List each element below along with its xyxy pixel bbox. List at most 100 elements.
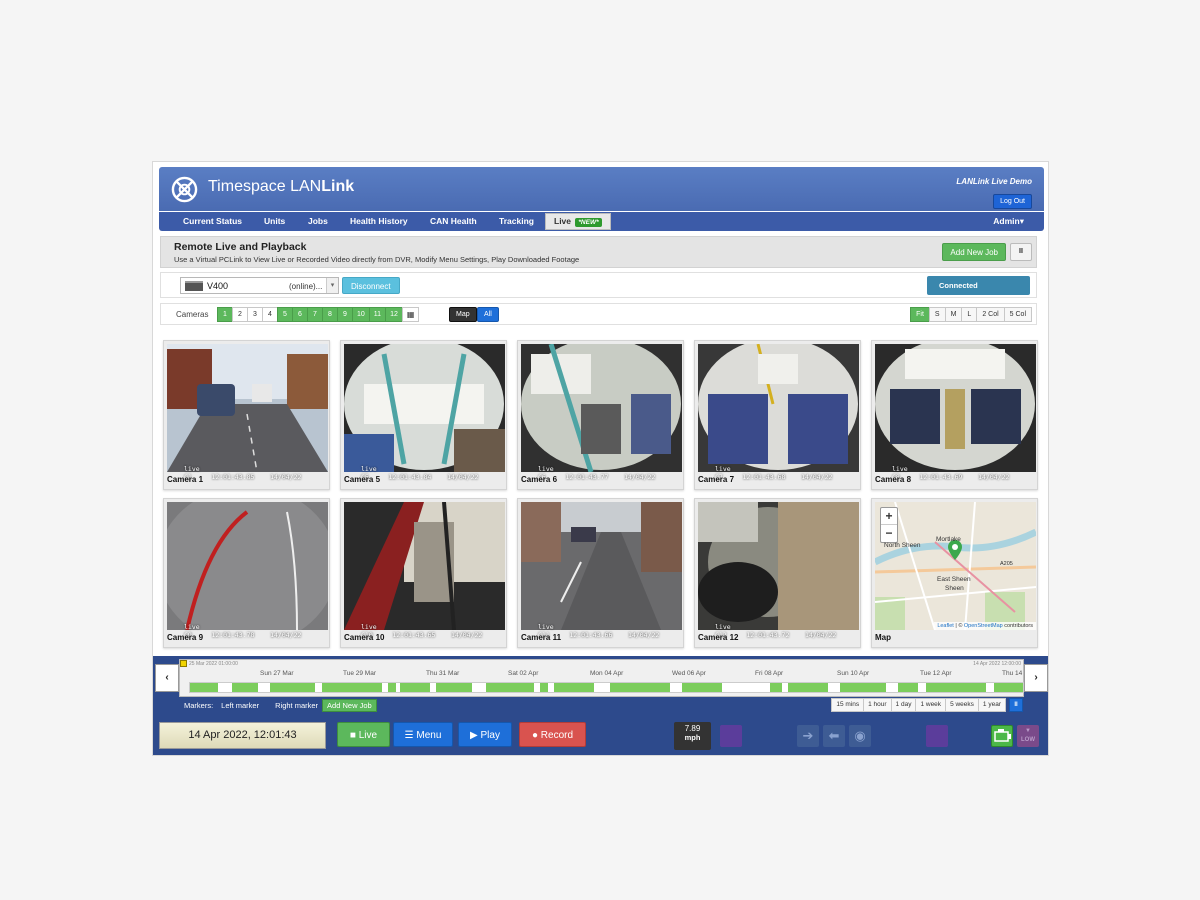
camera-button-2[interactable]: 2 — [232, 307, 248, 322]
range-1-day-button[interactable]: 1 day — [890, 698, 917, 712]
timeline-date: Sun 27 Mar — [260, 670, 294, 677]
nav-tracking[interactable]: Tracking — [491, 212, 542, 231]
camera-tile[interactable]: live C7 12:01:43.68 14/04/22 Camera 7 — [694, 340, 861, 490]
map-label: Sheen — [945, 585, 964, 592]
camera-button-5[interactable]: 5 — [277, 307, 293, 322]
camera-feed — [167, 502, 328, 630]
camera-button-6[interactable]: 6 — [292, 307, 308, 322]
right-marker-button[interactable]: Right marker — [275, 701, 318, 710]
range-1-hour-button[interactable]: 1 hour — [863, 698, 892, 712]
camera-tile[interactable]: live C12 12:01:43.72 14/04/22 Camera 12 — [694, 498, 861, 648]
nav-current-status[interactable]: Current Status — [175, 212, 250, 231]
app-window: Timespace LANLink LANLink Live Demo Log … — [152, 161, 1049, 756]
video-camera-icon: ■ — [349, 730, 356, 741]
markers-label: Markers: — [184, 701, 214, 710]
live-button[interactable]: ■ Live — [337, 722, 390, 747]
device-status: (online)... — [289, 282, 323, 291]
timeline-pause-button[interactable]: II — [1009, 698, 1023, 712]
speed-unit: mph — [684, 733, 701, 742]
recording-bar[interactable] — [189, 682, 1024, 693]
timeline-next-button[interactable]: › — [1024, 664, 1048, 692]
speed-display: 7.89 mph — [674, 722, 711, 750]
nav-units[interactable]: Units — [256, 212, 293, 231]
camera-tile[interactable]: live C10 12:01:43.65 14/04/22 Camera 10 — [340, 498, 507, 648]
camera-tile[interactable]: live C8 12:01:43.69 14/04/22 Camera 8 — [871, 340, 1038, 490]
left-marker-button[interactable]: Left marker — [221, 701, 259, 710]
nav-jobs[interactable]: Jobs — [300, 212, 336, 231]
all-cameras-button[interactable]: All — [477, 307, 499, 322]
leaflet-link[interactable]: Leaflet — [937, 623, 954, 629]
timeline-track[interactable]: 25 Mar 2022 01:00:00 14 Apr 2022 12:00:0… — [179, 659, 1024, 697]
camera-button-9[interactable]: 9 — [337, 307, 353, 322]
nav-can-health[interactable]: CAN Health — [422, 212, 485, 231]
camera-name: Camera 7 — [698, 475, 735, 484]
zoom-out-button[interactable]: − — [881, 525, 897, 542]
camera-button-1[interactable]: 1 — [217, 307, 233, 322]
map-view[interactable]: + − Mortlake North Sheen East Sheen Shee… — [875, 502, 1036, 630]
camera-button-12[interactable]: 12 — [385, 307, 403, 322]
range-1-week-button[interactable]: 1 week — [915, 698, 947, 712]
admin-menu[interactable]: Admin▾ — [993, 212, 1024, 231]
grid-icon[interactable]: ▦ — [401, 307, 420, 322]
map-toggle-button[interactable]: Map — [449, 307, 477, 322]
recording-segment — [926, 683, 986, 692]
size-2col-button[interactable]: 2 Col — [976, 307, 1005, 322]
recording-segment — [388, 683, 396, 692]
record-button-label: Record — [540, 730, 574, 741]
recording-segment — [270, 683, 315, 692]
camera-button-10[interactable]: 10 — [352, 307, 370, 322]
menu-button[interactable]: ☰ Menu — [393, 722, 453, 747]
timespace-logo-icon — [171, 176, 198, 203]
camera-tile[interactable]: live C1 12:01:43.85 14/04/22 Camera 1 — [163, 340, 330, 490]
timeline-add-job-button[interactable]: Add New Job — [322, 699, 377, 712]
camera-button-3[interactable]: 3 — [247, 307, 263, 322]
map-label: A205 — [1000, 561, 1013, 567]
camera-name: Camera 8 — [875, 475, 912, 484]
nav-live[interactable]: Live *NEW* — [545, 213, 611, 230]
osm-link[interactable]: OpenStreetMap — [964, 623, 1003, 629]
pause-button[interactable]: II — [1010, 243, 1032, 261]
timeline-prev-button[interactable]: ‹ — [155, 664, 179, 692]
map-tile[interactable]: + − Mortlake North Sheen East Sheen Shee… — [871, 498, 1038, 648]
camera-warning-icon: ◉ — [849, 725, 871, 747]
disconnect-button[interactable]: Disconnect — [342, 277, 400, 294]
camera-feed — [344, 344, 505, 472]
size-l-button[interactable]: L — [961, 307, 978, 322]
size-fit-button[interactable]: Fit — [910, 307, 930, 322]
logout-button[interactable]: Log Out — [993, 194, 1032, 209]
size-s-button[interactable]: S — [928, 307, 946, 322]
indicator-light-icon — [720, 725, 742, 747]
location-pin-icon[interactable] — [948, 540, 962, 560]
camera-tile[interactable]: live C5 12:01:43.84 14/04/22 Camera 5 — [340, 340, 507, 490]
add-new-job-button[interactable]: Add New Job — [942, 243, 1006, 261]
range-5-weeks-button[interactable]: 5 weeks — [945, 698, 979, 712]
timeline-date: Wed 06 Apr — [672, 670, 706, 677]
recording-segment — [610, 683, 670, 692]
camera-tile[interactable]: live C11 12:01:43.66 14/04/22 Camera 11 — [517, 498, 684, 648]
size-5col-button[interactable]: 5 Col — [1003, 307, 1032, 322]
camera-button-7[interactable]: 7 — [307, 307, 323, 322]
device-select[interactable]: V400 (online)... ▾ — [180, 277, 339, 294]
size-buttons: Fit S M L 2 Col 5 Col — [910, 307, 1032, 322]
size-m-button[interactable]: M — [944, 307, 963, 322]
indicator-light-icon — [926, 725, 948, 747]
header-bar: Timespace LANLink LANLink Live Demo Log … — [159, 167, 1044, 211]
camera-button-4[interactable]: 4 — [262, 307, 278, 322]
camera-tile[interactable]: live C9 12:01:43.78 14/04/22 Camera 9 — [163, 498, 330, 648]
timeline-marker-icon[interactable] — [180, 660, 187, 667]
zoom-in-button[interactable]: + — [881, 508, 897, 525]
camera-tile[interactable]: live C6 12:01:43.77 14/04/22 Camera 6 — [517, 340, 684, 490]
range-1-year-button[interactable]: 1 year — [977, 698, 1006, 712]
right-indicator-icon: ➔ — [797, 725, 819, 747]
camera-button-8[interactable]: 8 — [322, 307, 338, 322]
nav-health-history[interactable]: Health History — [342, 212, 416, 231]
chevron-down-icon: ▾ — [326, 278, 338, 293]
map-label: North Sheen — [884, 542, 921, 549]
camera-button-11[interactable]: 11 — [368, 307, 387, 322]
camera-feed — [344, 502, 505, 630]
record-button[interactable]: ● Record — [519, 722, 586, 747]
map-label: East Sheen — [937, 576, 971, 583]
play-button[interactable]: ▶ Play — [458, 722, 512, 747]
range-15-mins-button[interactable]: 15 mins — [831, 698, 865, 712]
speed-value: 7.89 — [684, 724, 701, 733]
